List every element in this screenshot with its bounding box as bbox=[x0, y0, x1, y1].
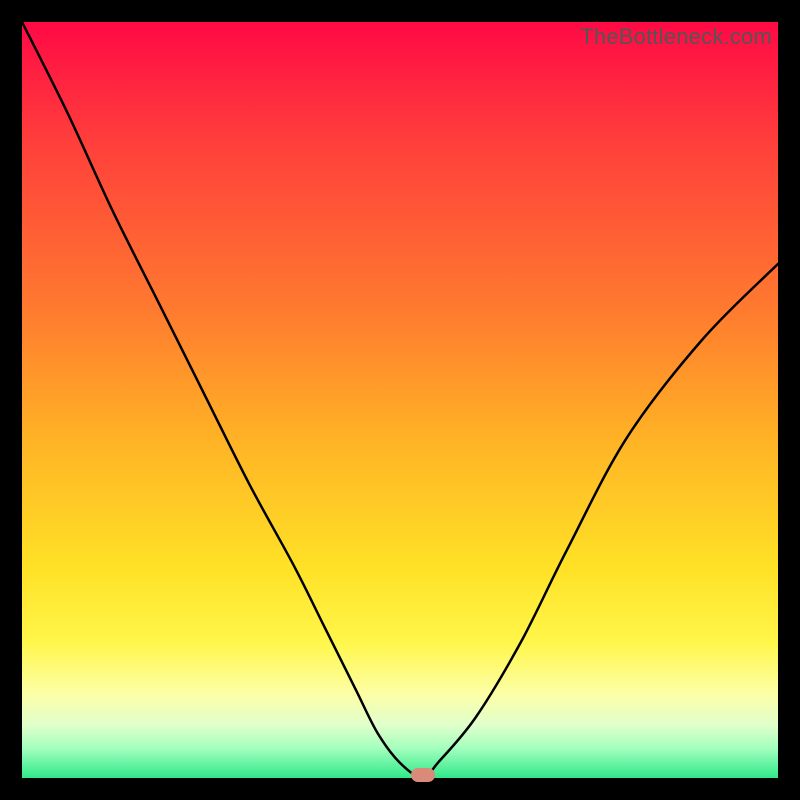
minimum-marker bbox=[411, 768, 435, 782]
plot-area: TheBottleneck.com bbox=[22, 22, 778, 778]
bottleneck-curve bbox=[22, 22, 778, 778]
chart-frame: TheBottleneck.com bbox=[0, 0, 800, 800]
